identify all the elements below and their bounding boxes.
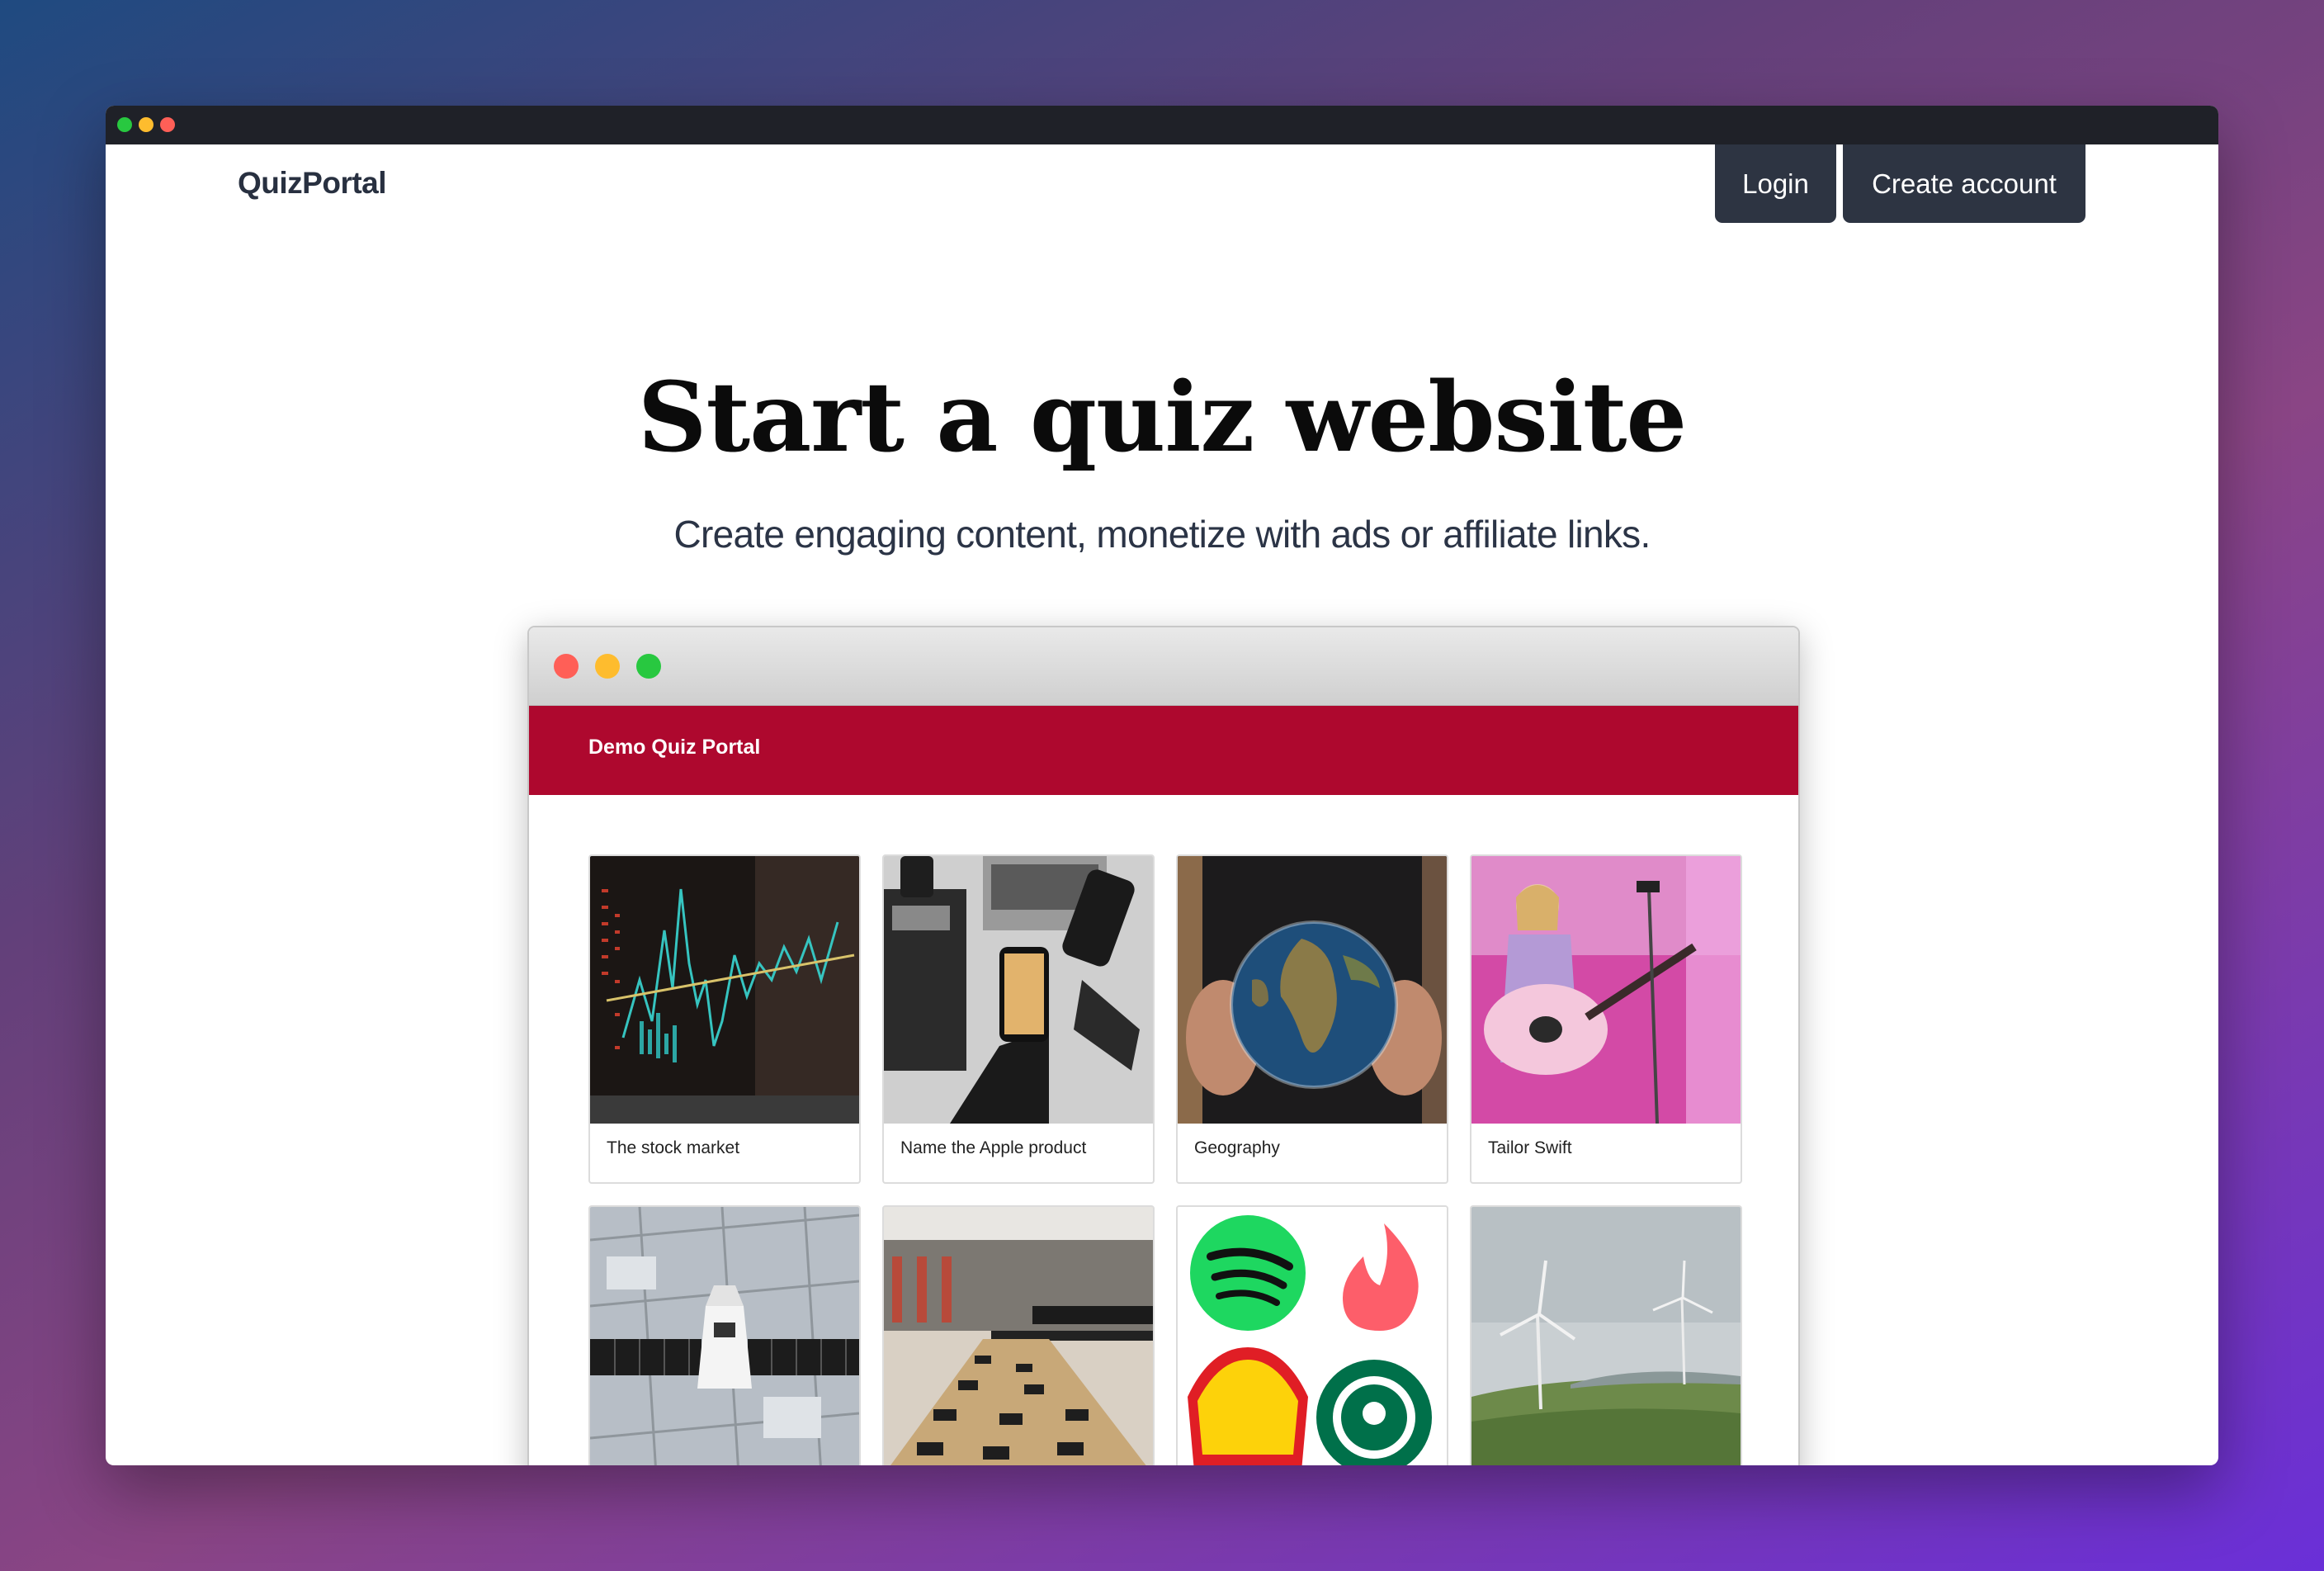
race-track-image [884, 1207, 1153, 1465]
login-button[interactable]: Login [1715, 144, 1836, 223]
brand-logos-image [1178, 1207, 1447, 1465]
demo-dot-yellow [595, 654, 620, 679]
quiz-card-label: Name the Apple product [900, 1138, 1087, 1157]
browser-window: QuizPortal Login Create account Start a … [106, 106, 2218, 1465]
hero-title: Start a quiz website [637, 362, 1687, 474]
demo-dot-green [636, 654, 661, 679]
demo-site-header: Demo Quiz Portal [529, 706, 1798, 795]
quiz-card[interactable] [882, 1205, 1155, 1465]
quiz-card[interactable] [1470, 1205, 1742, 1465]
quiz-card-label: Tailor Swift [1488, 1138, 1572, 1157]
window-dot-green[interactable] [117, 117, 132, 132]
hero-subtitle: Create engaging content, monetize with a… [673, 513, 1651, 556]
window-dot-red[interactable] [160, 117, 175, 132]
quiz-card[interactable]: The stock market [588, 854, 861, 1184]
brand-logo[interactable]: QuizPortal [238, 166, 387, 201]
phone-desk-image [884, 856, 1153, 1124]
quiz-card[interactable]: Tailor Swift [1470, 854, 1742, 1184]
stock-chart-image [590, 856, 859, 1124]
demo-dot-red [554, 654, 579, 679]
quiz-card-label: Geography [1194, 1138, 1280, 1157]
quiz-card[interactable] [1176, 1205, 1448, 1465]
demo-site-title[interactable]: Demo Quiz Portal [588, 736, 760, 759]
quiz-card-label: The stock market [607, 1138, 740, 1157]
demo-window-chrome [529, 627, 1798, 706]
satellite-image [590, 1207, 859, 1465]
quiz-card[interactable]: Geography [1176, 854, 1448, 1184]
wind-turbines-image [1471, 1207, 1741, 1465]
globe-hands-image [1178, 856, 1447, 1124]
quiz-card[interactable] [588, 1205, 861, 1465]
site-navbar: QuizPortal Login Create account [106, 144, 2218, 244]
window-titlebar [106, 106, 2218, 144]
window-dot-yellow[interactable] [139, 117, 154, 132]
singer-guitar-image [1471, 856, 1741, 1124]
demo-screenshot: Demo Quiz Portal The stock market Name t… [527, 626, 1800, 1465]
quiz-card[interactable]: Name the Apple product [882, 854, 1155, 1184]
create-account-button[interactable]: Create account [1843, 144, 2085, 223]
